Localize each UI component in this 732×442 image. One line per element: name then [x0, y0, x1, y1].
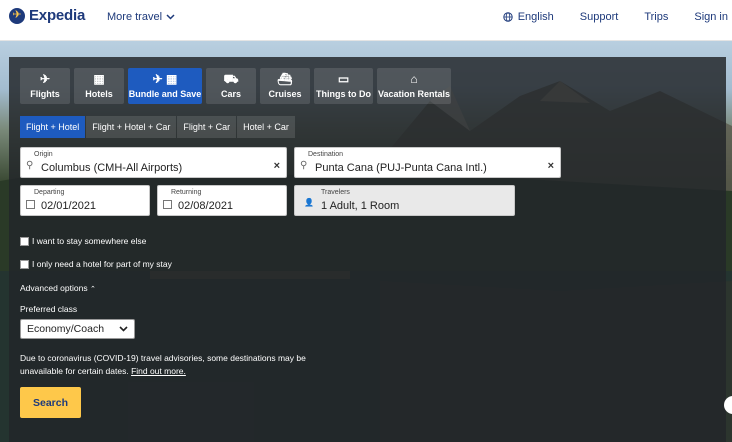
travelers-value: 1 Adult, 1 Room [321, 200, 400, 212]
tab-bundle-and-save[interactable]: ✈ ▦ Bundle and Save [128, 68, 202, 104]
car-icon: ⛟ [223, 72, 239, 86]
more-travel-label: More travel [107, 11, 163, 23]
find-out-more-link[interactable]: Find out more. [131, 366, 186, 376]
more-travel-menu[interactable]: More travel [107, 11, 175, 23]
plane-icon: ✈ [39, 72, 51, 86]
search-button[interactable]: Search [20, 387, 81, 418]
advanced-options-label: Advanced options [20, 283, 88, 293]
returning-label: Returning [171, 189, 202, 196]
tab-label: Cruises [268, 89, 302, 99]
advanced-options-toggle[interactable]: Advanced options ⌃ [20, 283, 96, 293]
tab-label: Things to Do [316, 89, 371, 99]
ticket-icon: ▭ [337, 72, 350, 86]
returning-value: 02/08/2021 [178, 200, 234, 212]
travel-type-tabs: ✈ Flights ▦ Hotels ✈ ▦ Bundle and Save ⛟… [20, 68, 451, 104]
tab-things-to-do[interactable]: ▭ Things to Do [314, 68, 373, 104]
partial-hotel-checkbox[interactable]: I only need a hotel for part of my stay [20, 259, 172, 269]
ship-icon: ⛴ [277, 72, 293, 86]
plane-building-icon: ✈ ▦ [152, 72, 178, 86]
travelers-label: Travelers [321, 189, 350, 196]
origin-field[interactable]: Origin ⚲ Columbus (CMH-All Airports) × [20, 147, 287, 178]
plane-logo-icon: ✈ [9, 7, 25, 24]
sign-in-link[interactable]: Sign in [694, 11, 728, 23]
origin-label: Origin [34, 151, 53, 158]
calendar-icon [26, 200, 35, 209]
trips-link[interactable]: Trips [644, 11, 668, 23]
checkbox-label: I only need a hotel for part of my stay [32, 259, 172, 269]
tab-cars[interactable]: ⛟ Cars [206, 68, 256, 104]
tab-flights[interactable]: ✈ Flights [20, 68, 70, 104]
tab-label: Flights [30, 89, 60, 99]
tab-vacation-rentals[interactable]: ⌂ Vacation Rentals [377, 68, 451, 104]
expedia-logo[interactable]: ✈ Expedia [9, 7, 85, 24]
preferred-class-value: Economy/Coach [27, 323, 105, 335]
stay-elsewhere-checkbox[interactable]: I want to stay somewhere else [20, 236, 146, 246]
preferred-class-select[interactable]: Economy/Coach [20, 319, 135, 339]
clear-destination-icon[interactable]: × [548, 160, 554, 172]
calendar-icon [163, 200, 172, 209]
clear-origin-icon[interactable]: × [274, 160, 280, 172]
chevron-down-icon [166, 14, 175, 20]
bundle-type-tabs: Flight + Hotel Flight + Hotel + Car Flig… [20, 116, 296, 138]
search-panel: ✈ Flights ▦ Hotels ✈ ▦ Bundle and Save ⛟… [9, 57, 726, 442]
support-link[interactable]: Support [580, 11, 619, 23]
location-pin-icon: ⚲ [300, 160, 308, 171]
origin-value: Columbus (CMH-All Airports) [41, 162, 183, 174]
person-icon: 👤 [304, 198, 314, 207]
subtab-flight-hotel-car[interactable]: Flight + Hotel + Car [86, 116, 177, 138]
chevron-up-icon: ⌃ [89, 286, 96, 293]
departing-date-field[interactable]: Departing 02/01/2021 [20, 185, 150, 216]
preferred-class-label: Preferred class [20, 304, 78, 314]
returning-date-field[interactable]: Returning 02/08/2021 [157, 185, 287, 216]
checkbox-box[interactable] [20, 236, 29, 246]
subtab-flight-car[interactable]: Flight + Car [177, 116, 237, 138]
departing-label: Departing [34, 189, 65, 196]
top-header: ✈ Expedia More travel English Support Tr… [0, 0, 732, 41]
chevron-down-icon [119, 326, 128, 332]
checkbox-label: I want to stay somewhere else [32, 236, 147, 246]
tab-label: Cars [220, 89, 241, 99]
destination-value: Punta Cana (PUJ-Punta Cana Intl.) [315, 162, 487, 174]
subtab-hotel-car[interactable]: Hotel + Car [237, 116, 295, 138]
tab-label: Vacation Rentals [377, 89, 451, 99]
tab-label: Hotels [85, 89, 113, 99]
destination-field[interactable]: Destination ⚲ Punta Cana (PUJ-Punta Cana… [294, 147, 561, 178]
tab-hotels[interactable]: ▦ Hotels [74, 68, 124, 104]
building-icon: ▦ [93, 72, 105, 86]
location-pin-icon: ⚲ [26, 160, 34, 171]
house-icon: ⌂ [410, 72, 418, 86]
departing-value: 02/01/2021 [41, 200, 97, 212]
tab-cruises[interactable]: ⛴ Cruises [260, 68, 310, 104]
tab-label: Bundle and Save [128, 89, 202, 99]
destination-label: Destination [308, 151, 344, 158]
travelers-field[interactable]: Travelers 👤 1 Adult, 1 Room [294, 185, 515, 216]
globe-icon [503, 12, 513, 22]
checkbox-box[interactable] [20, 259, 29, 269]
covid-notice: Due to coronavirus (COVID-19) travel adv… [20, 352, 340, 378]
language-label: English [517, 11, 554, 23]
subtab-flight-hotel[interactable]: Flight + Hotel [20, 116, 86, 138]
language-selector[interactable]: English [503, 11, 554, 23]
logo-text: Expedia [29, 7, 86, 24]
